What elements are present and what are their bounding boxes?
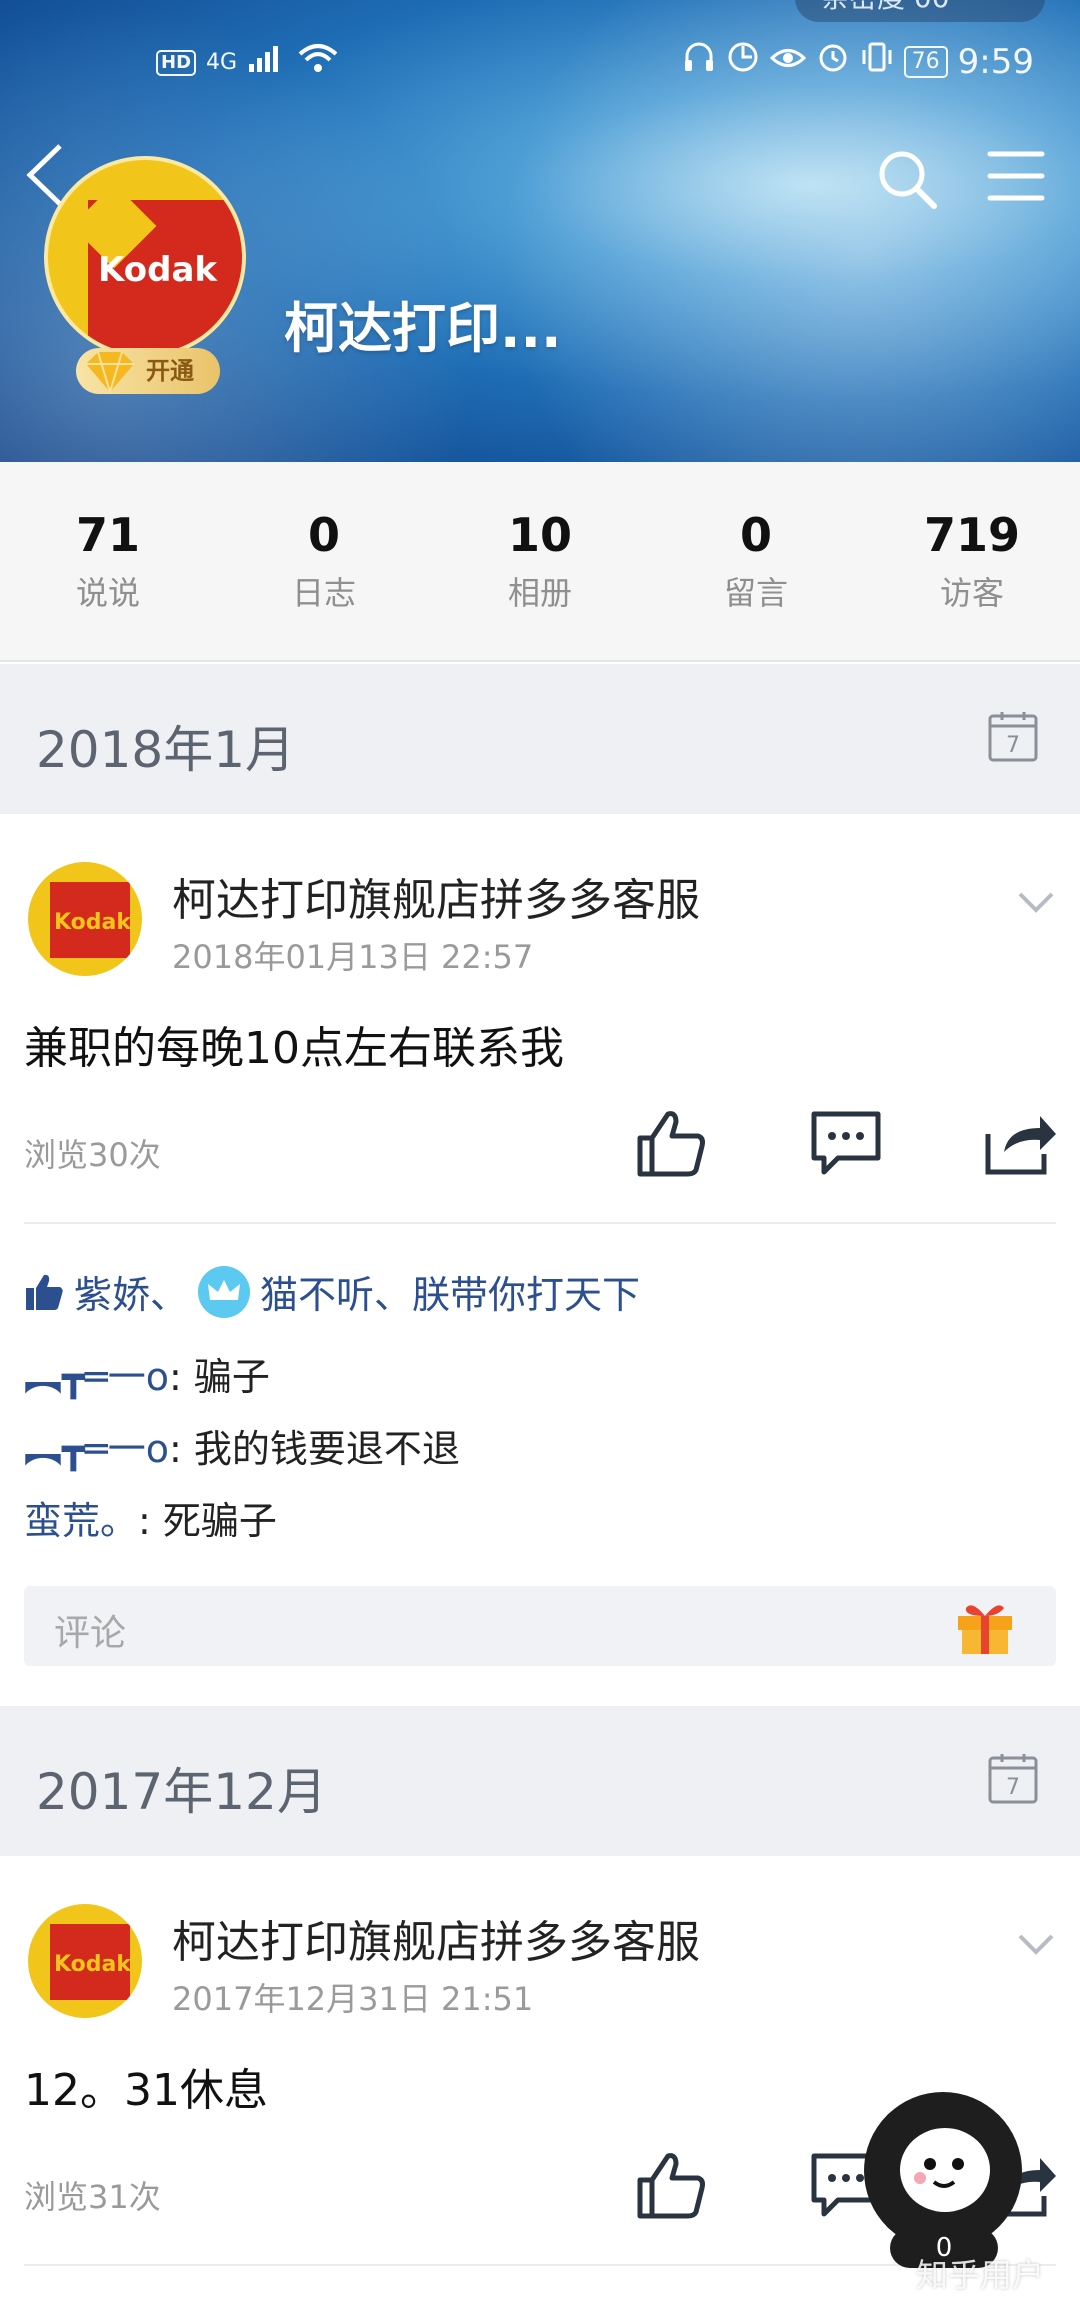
comment-item: ︻┳═一o: 骗子	[24, 1346, 270, 1401]
comment-text: : 死骗子	[138, 1499, 277, 1543]
post-content: 兼职的每晚10点左右联系我	[24, 1023, 564, 1074]
hd-indicator: HD	[156, 49, 197, 76]
stat-label: 日志	[291, 574, 356, 612]
share-icon	[985, 1116, 1056, 1175]
post-views: 浏览30次	[24, 1136, 161, 1174]
clock: 9:59	[957, 41, 1034, 82]
floating-assistant-button[interactable]: 0	[864, 2092, 1022, 2268]
like-button[interactable]	[634, 2150, 710, 2220]
avatar-logo-text: Kodak	[54, 910, 131, 935]
share-button[interactable]	[982, 1108, 1058, 1178]
stat-liuyan[interactable]: 0 留言	[648, 462, 864, 660]
intimacy-pill[interactable]: 亲密度 00	[795, 0, 1045, 22]
menu-button[interactable]	[986, 148, 1046, 204]
stat-value: 0	[307, 508, 340, 562]
alarm-icon	[816, 40, 850, 83]
mascot-face-icon	[900, 2128, 990, 2212]
stat-rizhi[interactable]: 0 日志	[216, 462, 432, 660]
post-time: 2018年01月13日 22:57	[172, 938, 534, 976]
feed-post: Kodak 柯达打印旗舰店拼多多客服 2018年01月13日 22:57 兼职的…	[0, 816, 1080, 1706]
stat-fangke[interactable]: 719 访客	[864, 462, 1080, 660]
post-content: 12。31休息	[24, 2065, 268, 2116]
post-avatar[interactable]: Kodak	[28, 862, 142, 976]
post-views: 浏览31次	[24, 2178, 161, 2216]
profile-name: 柯达打印...	[284, 297, 562, 360]
chevron-down-icon	[1018, 892, 1054, 913]
stat-value: 10	[507, 508, 572, 562]
stat-label: 留言	[723, 574, 788, 612]
month-header: 2018年1月 7	[0, 664, 1080, 814]
comment-icon	[811, 1111, 881, 1175]
vip-crown-icon	[198, 1265, 251, 1318]
vibrate-icon	[860, 40, 894, 83]
post-time: 2017年12月31日 21:51	[172, 1980, 534, 2018]
like-button[interactable]	[634, 1108, 710, 1178]
liker-names[interactable]: 紫娇、	[74, 1264, 188, 1319]
month-label: 2018年1月	[36, 721, 296, 779]
comment-text: : 我的钱要退不退	[169, 1427, 460, 1471]
commenter-name[interactable]: ︻┳═一o	[24, 1355, 169, 1399]
diamond-icon	[86, 351, 134, 394]
search-button[interactable]	[874, 146, 940, 212]
eye-comfort-icon	[769, 42, 806, 82]
thumbs-up-icon	[637, 1111, 705, 1177]
stat-shuoshuo[interactable]: 71 说说	[0, 462, 216, 660]
stat-label: 说说	[75, 574, 140, 612]
post-avatar[interactable]: Kodak	[28, 1904, 142, 2018]
stat-xiangce[interactable]: 10 相册	[432, 462, 648, 660]
comment-input[interactable]: 评论	[24, 1586, 1056, 1666]
stats-bar: 71 说说 0 日志 10 相册 0 留言 719 访客	[0, 462, 1080, 662]
calendar-icon: 7	[988, 712, 1038, 762]
signal-icon	[247, 43, 287, 83]
chevron-down-icon	[1018, 1934, 1054, 1955]
watermark: 知乎用户	[916, 2256, 1045, 2294]
calendar-button[interactable]: 7	[986, 1752, 1040, 1806]
stat-label: 相册	[507, 574, 572, 612]
wifi-icon	[297, 42, 339, 83]
thumbs-up-icon	[637, 2153, 705, 2219]
commenter-name[interactable]: 蛮荒。	[24, 1499, 138, 1543]
post-author[interactable]: 柯达打印旗舰店拼多多客服	[172, 1906, 700, 1970]
comment-item: 蛮荒。: 死骗子	[24, 1490, 277, 1545]
vip-open-button[interactable]: 开通	[76, 348, 220, 394]
comment-item: ︻┳═一o: 我的钱要退不退	[24, 1418, 460, 1473]
month-header: 2017年12月 7	[0, 1706, 1080, 1856]
likes-row: 紫娇、 猫不听、朕带你打天下	[24, 1264, 640, 1319]
comment-placeholder: 评论	[54, 1613, 127, 1654]
stat-value: 719	[923, 508, 1021, 562]
network-type: 4G	[206, 50, 238, 75]
gift-icon[interactable]	[954, 1598, 1016, 1656]
avatar-logo-text: Kodak	[54, 1952, 131, 1977]
data-saver-icon	[726, 40, 760, 83]
post-author[interactable]: 柯达打印旗舰店拼多多客服	[172, 864, 700, 928]
calendar-day: 7	[1006, 733, 1020, 758]
stat-value: 71	[75, 508, 140, 562]
divider	[24, 1222, 1056, 1224]
calendar-button[interactable]: 7	[986, 710, 1040, 764]
month-label: 2017年12月	[36, 1763, 327, 1821]
comment-button[interactable]	[808, 1108, 884, 1178]
kodak-logo-text: Kodak	[98, 250, 217, 290]
comment-text: : 骗子	[169, 1355, 270, 1399]
calendar-day: 7	[1006, 1775, 1020, 1800]
headphones-icon	[682, 40, 716, 83]
commenter-name[interactable]: ︻┳═一o	[24, 1427, 169, 1471]
status-bar: HD 4G 76 9:59	[0, 36, 1080, 86]
post-options-button[interactable]	[1016, 1930, 1056, 1958]
liker-names-rest[interactable]: 猫不听、朕带你打天下	[260, 1264, 640, 1319]
hamburger-menu-icon	[987, 151, 1045, 201]
profile-header: 亲密度 00 HD 4G	[0, 0, 1080, 462]
thumbs-up-filled-icon	[26, 1274, 63, 1310]
profile-avatar[interactable]: Kodak	[44, 156, 246, 358]
vip-label: 开通	[146, 357, 194, 385]
battery-indicator: 76	[903, 45, 948, 78]
calendar-icon: 7	[988, 1754, 1038, 1804]
search-icon	[879, 151, 937, 209]
post-options-button[interactable]	[1016, 888, 1056, 916]
stat-label: 访客	[939, 574, 1004, 612]
stat-value: 0	[739, 508, 772, 562]
